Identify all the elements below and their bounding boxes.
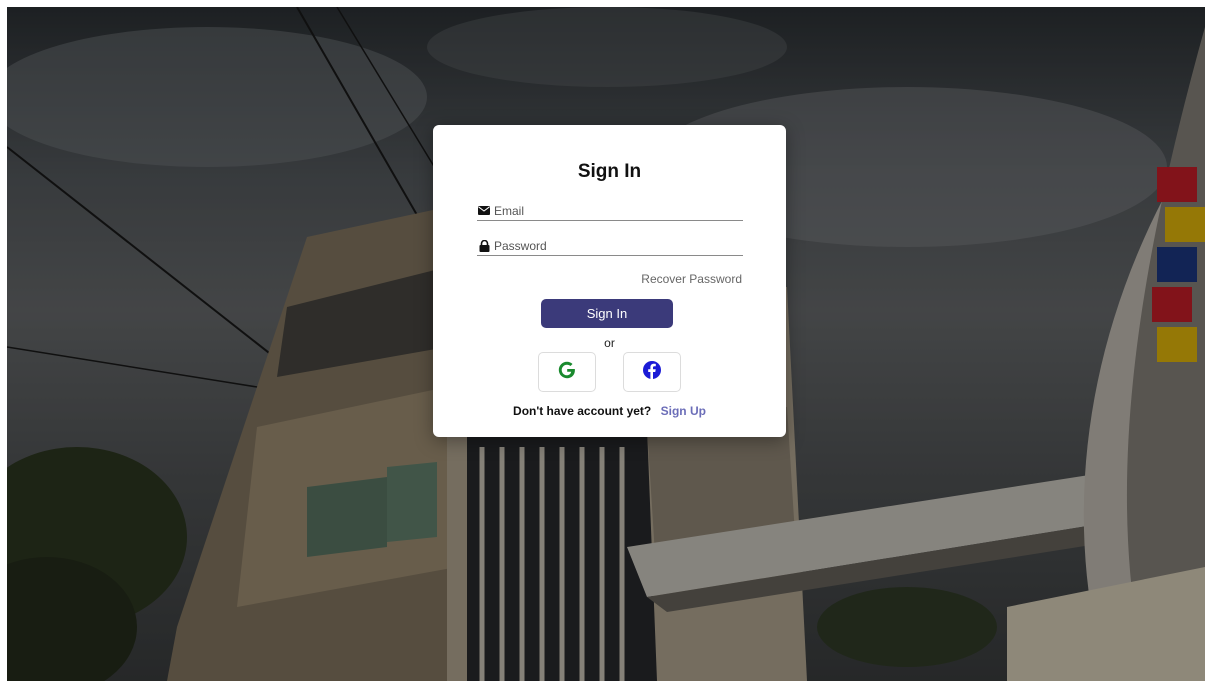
- sign-in-button[interactable]: Sign In: [541, 299, 673, 328]
- email-input[interactable]: [494, 202, 743, 219]
- recover-password-link[interactable]: Recover Password: [641, 272, 742, 286]
- sign-in-title: Sign In: [577, 161, 642, 182]
- facebook-sign-in-button[interactable]: [623, 352, 681, 392]
- google-icon: [557, 360, 577, 385]
- sign-in-card: Sign In Recover Password Sign In or Don'…: [433, 125, 786, 437]
- lock-icon: [477, 239, 491, 253]
- sign-up-link[interactable]: Sign Up: [661, 404, 706, 418]
- google-sign-in-button[interactable]: [538, 352, 596, 392]
- password-field[interactable]: [477, 236, 743, 256]
- no-account-text: Don't have account yet?: [513, 404, 652, 418]
- sign-up-prompt: Don't have account yet? Sign Up: [433, 404, 786, 418]
- email-field[interactable]: [477, 201, 743, 221]
- envelope-icon: [477, 204, 491, 218]
- facebook-icon: [642, 360, 662, 385]
- password-input[interactable]: [494, 237, 743, 254]
- or-divider: or: [604, 336, 615, 350]
